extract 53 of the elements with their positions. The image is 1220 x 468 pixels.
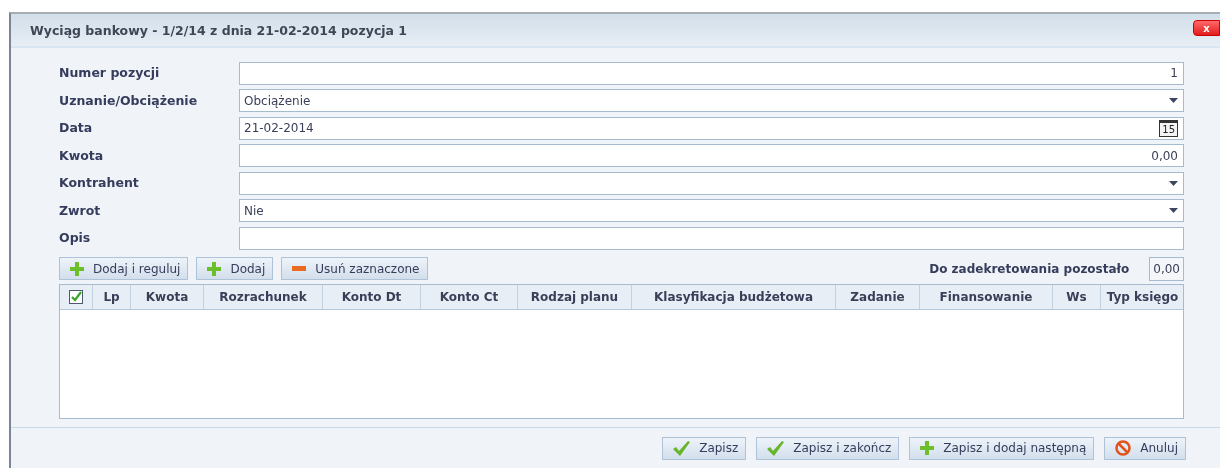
date-field[interactable]: 21-02-2014 15 (239, 116, 1184, 140)
dropdown-field[interactable] (239, 171, 1184, 195)
checkbox[interactable] (69, 289, 83, 304)
check-icon (673, 440, 691, 456)
plus-icon (920, 441, 935, 455)
field-label: Opis (59, 230, 92, 246)
dropdown-caret-icon[interactable] (1169, 98, 1178, 104)
field-label: Uznanie/Obciążenie (59, 92, 199, 108)
field-label: Numer pozycji (59, 65, 161, 81)
action-button[interactable]: Zapisz (662, 436, 747, 460)
column-header[interactable]: Klasyfikacja budżetowa (632, 284, 836, 309)
dropdown-caret-icon[interactable] (1169, 208, 1178, 214)
column-header[interactable]: Typ księgo (1101, 284, 1183, 309)
field-value: 21-02-2014 (244, 121, 315, 136)
remaining-label: Do zadekretowania pozostało (929, 261, 1130, 276)
field-label: Kontrahent (59, 175, 140, 191)
field-label: Zwrot (59, 202, 102, 218)
input-field[interactable]: 0,00 (239, 144, 1184, 168)
calendar-icon[interactable]: 15 (1159, 119, 1178, 137)
remaining-value: 0,00 (1149, 256, 1184, 281)
field-value: Nie (244, 203, 265, 218)
close-button[interactable]: x (1193, 20, 1220, 36)
plus-icon (207, 261, 222, 276)
column-header[interactable]: Konto Dt (323, 284, 421, 309)
cancel-button[interactable]: Anuluj (1104, 436, 1186, 460)
field-value: 1 (1169, 66, 1178, 81)
check-icon (767, 440, 785, 456)
column-header[interactable]: Konto Ct (421, 284, 518, 309)
dropdown-caret-icon[interactable] (1169, 180, 1178, 186)
minus-icon (292, 266, 307, 271)
column-header[interactable]: Rozrachunek (204, 284, 323, 309)
column-header[interactable]: Ws (1053, 284, 1101, 309)
cancel-icon (1115, 440, 1132, 456)
input-field[interactable] (239, 226, 1184, 250)
window-title: Wyciąg bankowy - 1/2/14 z dnia 21-02-2014 pozycja 1 (30, 22, 408, 38)
field-value: Obciążenie (244, 93, 312, 108)
plus-icon (70, 261, 84, 276)
field-label: Kwota (59, 147, 105, 163)
dropdown-field[interactable]: Obciążenie (239, 89, 1184, 113)
action-button[interactable]: Dodaj (196, 257, 274, 280)
column-header[interactable]: Finansowanie (920, 284, 1053, 309)
field-label: Data (59, 120, 94, 136)
action-button[interactable]: Zapisz i dodaj następną (909, 436, 1095, 460)
column-header[interactable]: Lp (93, 284, 131, 309)
action-button[interactable]: Dodaj i reguluj (59, 257, 189, 280)
column-header[interactable]: Zadanie (836, 284, 920, 309)
column-header[interactable]: Kwota (131, 284, 204, 309)
action-button[interactable]: Zapisz i zakończ (756, 436, 900, 460)
dropdown-field[interactable]: Nie (239, 199, 1184, 223)
action-button[interactable]: Usuń zaznaczone (281, 257, 428, 280)
input-field[interactable]: 1 (239, 61, 1184, 85)
column-header[interactable]: Rodzaj planu (518, 284, 632, 309)
field-value: 0,00 (1150, 148, 1178, 163)
